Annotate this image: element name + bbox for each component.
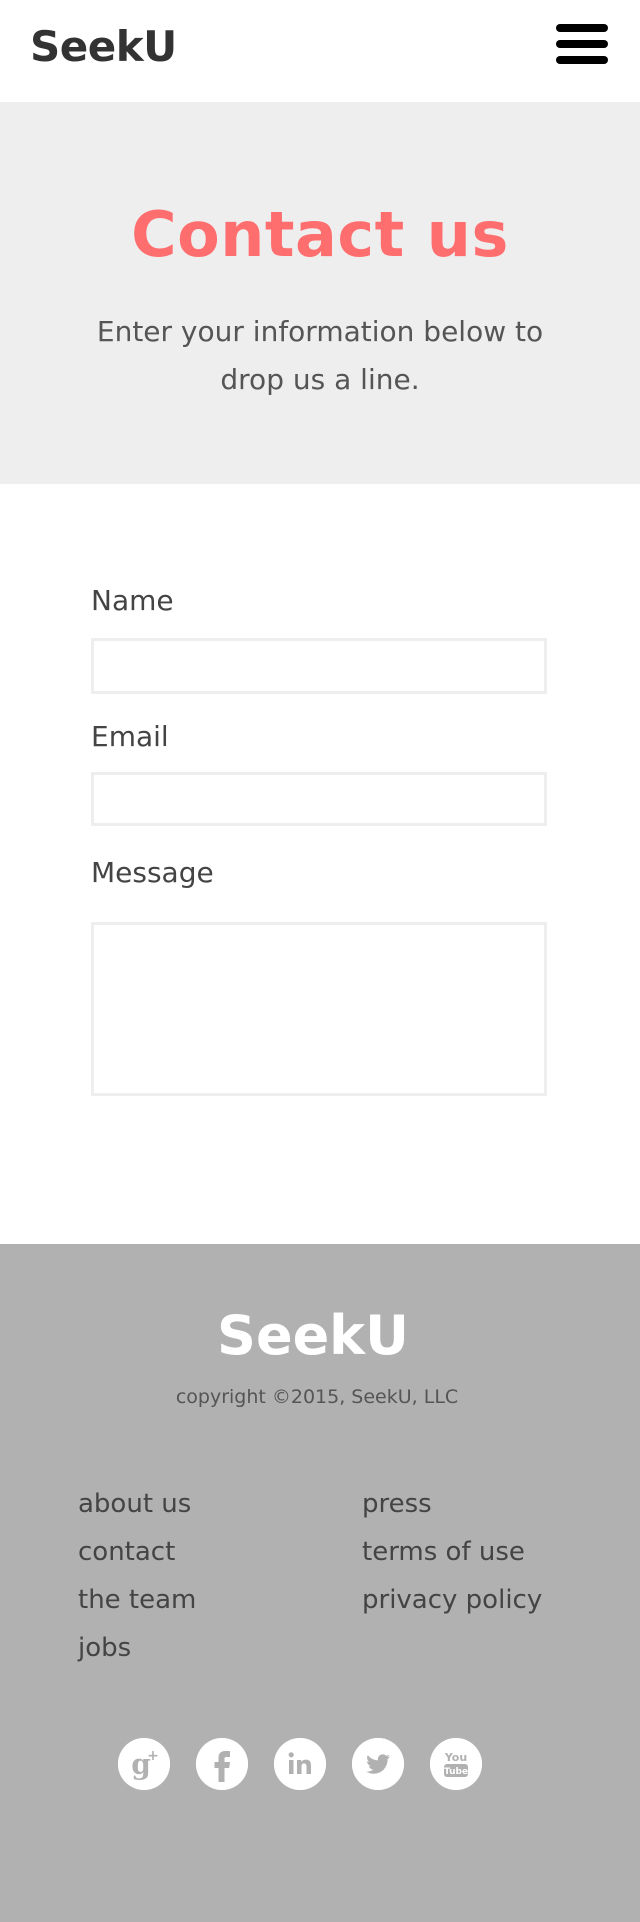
footer-logo[interactable]: SeekU: [0, 1304, 626, 1367]
email-field-wrapper: [91, 772, 547, 826]
site-header: SeekU: [0, 0, 640, 102]
menu-bar: [556, 24, 608, 32]
footer-link-jobs[interactable]: jobs: [78, 1624, 196, 1672]
copyright-text: copyright ©2015, SeekU, LLC: [175, 1386, 459, 1408]
name-label: Name: [91, 584, 174, 617]
youtube-icon[interactable]: You Tube: [430, 1738, 482, 1790]
footer-link-contact[interactable]: contact: [78, 1528, 196, 1576]
name-field[interactable]: [94, 641, 544, 691]
social-links: g + You Tube: [118, 1738, 490, 1790]
facebook-icon[interactable]: [196, 1738, 248, 1790]
subtitle-line: Enter your information below to: [96, 315, 544, 348]
subtitle-line: drop us a line.: [220, 363, 420, 396]
message-field-wrapper: [91, 922, 547, 1096]
hamburger-menu-icon[interactable]: [554, 22, 610, 68]
menu-bar: [556, 40, 608, 48]
twitter-icon[interactable]: [352, 1738, 404, 1790]
footer-link-press[interactable]: press: [362, 1480, 542, 1528]
message-label: Message: [91, 856, 214, 889]
footer-links-col2: press terms of use privacy policy: [362, 1480, 542, 1624]
footer-links-col1: about us contact the team jobs: [78, 1480, 196, 1672]
site-logo[interactable]: SeekU: [30, 22, 177, 71]
page-subtitle: Enter your information below to drop us …: [40, 308, 600, 404]
google-plus-icon[interactable]: g +: [118, 1738, 170, 1790]
email-field[interactable]: [94, 775, 544, 823]
menu-bar: [556, 56, 608, 64]
page-title: Contact us: [131, 198, 509, 271]
hero-section: Contact us Enter your information below …: [0, 102, 640, 484]
footer-link-about-us[interactable]: about us: [78, 1480, 196, 1528]
footer-link-the-team[interactable]: the team: [78, 1576, 196, 1624]
site-footer: SeekU copyright ©2015, SeekU, LLC about …: [0, 1244, 640, 1922]
svg-text:Tube: Tube: [444, 1767, 468, 1777]
footer-link-terms-of-use[interactable]: terms of use: [362, 1528, 542, 1576]
linkedin-icon[interactable]: [274, 1738, 326, 1790]
contact-form: Name Email Message: [0, 484, 640, 1244]
email-label: Email: [91, 720, 169, 753]
svg-text:+: +: [147, 1748, 159, 1764]
message-field[interactable]: [94, 925, 544, 1093]
svg-text:You: You: [444, 1751, 467, 1764]
footer-link-privacy-policy[interactable]: privacy policy: [362, 1576, 542, 1624]
name-field-wrapper: [91, 638, 547, 694]
